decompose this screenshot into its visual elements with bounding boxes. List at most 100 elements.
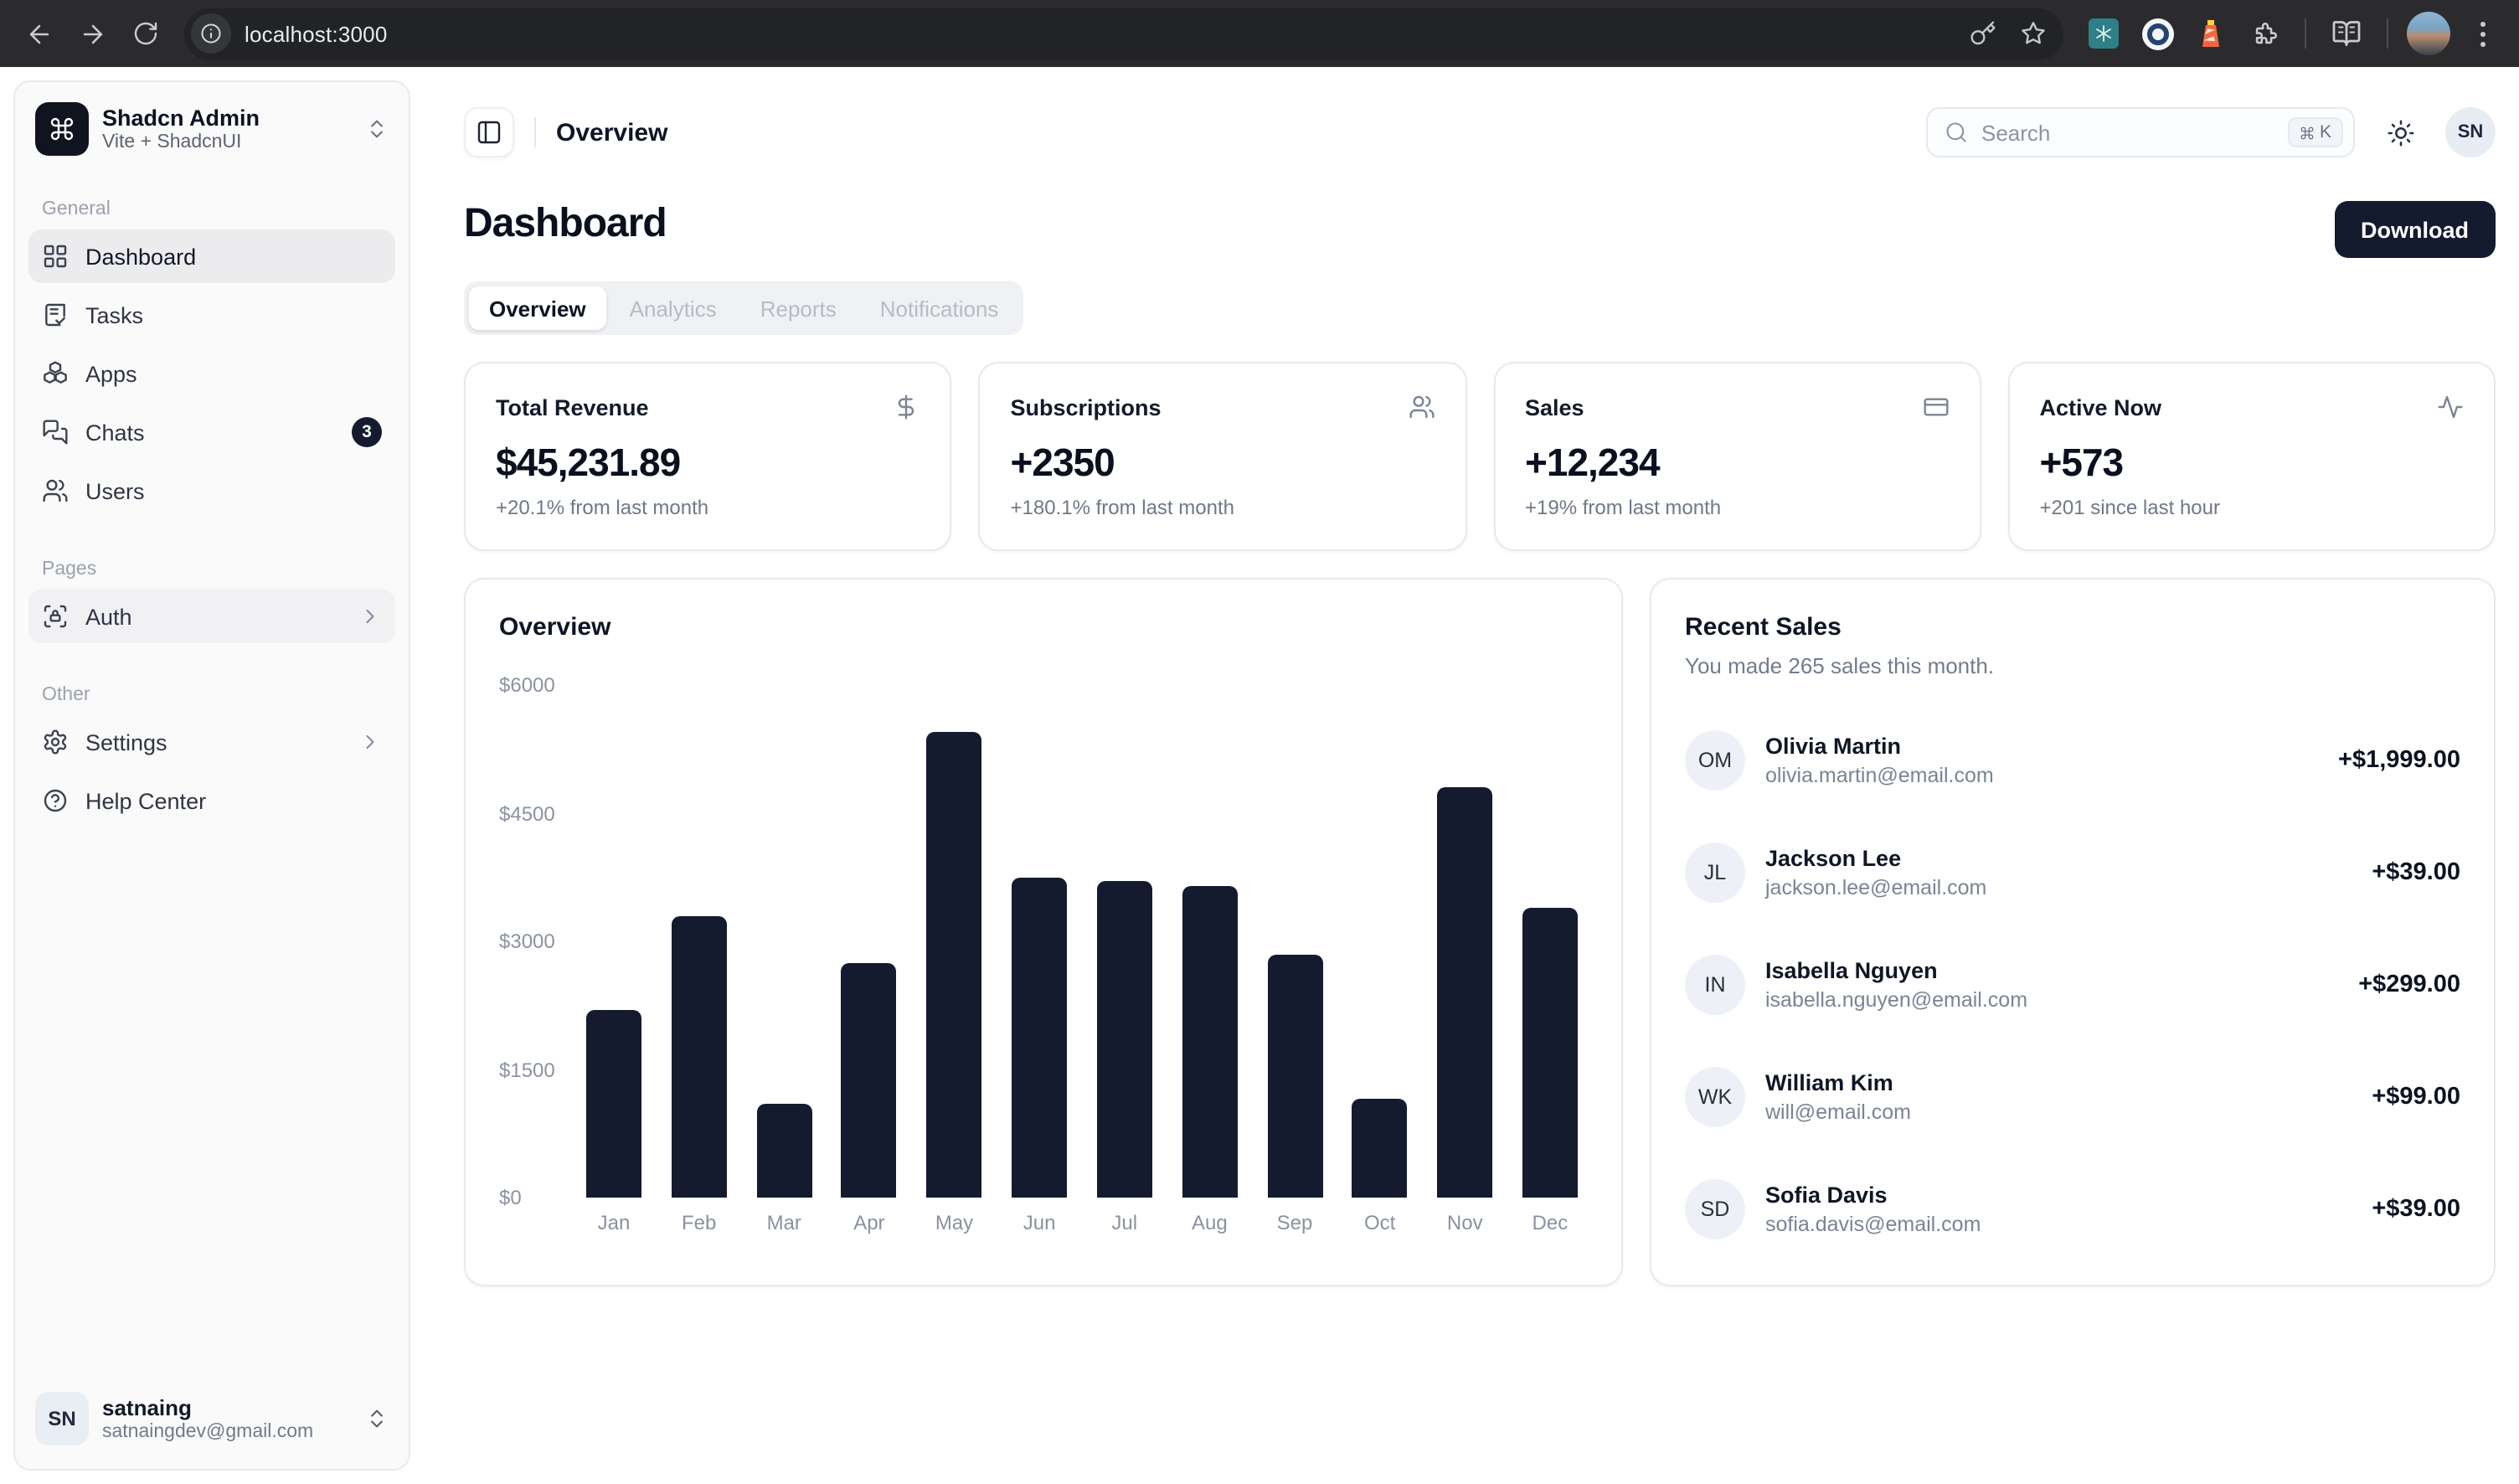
- team-name: Shadcn Admin: [102, 106, 352, 131]
- avatar: SD: [1685, 1179, 1745, 1239]
- password-key-icon[interactable]: [1970, 20, 1996, 47]
- x-tick: May: [927, 1211, 982, 1234]
- chart-bar: [672, 916, 727, 1198]
- browser-toolbar: localhost:3000: [0, 0, 2519, 67]
- stat-delta: +180.1% from last month: [1011, 496, 1435, 519]
- sun-icon: [2386, 118, 2414, 147]
- page-content: Dashboard Download Overview Analytics Re…: [424, 157, 2519, 1286]
- sidebar-item-tasks[interactable]: Tasks: [28, 288, 395, 342]
- section-label-general: General: [28, 199, 395, 219]
- browser-profile-button[interactable]: [2405, 10, 2452, 57]
- x-tick: Jul: [1097, 1211, 1152, 1234]
- sale-meta: Isabella Nguyen isabella.nguyen@email.co…: [1765, 958, 2027, 1012]
- team-switcher[interactable]: Shadcn Admin Vite + ShadcnUI: [28, 95, 395, 162]
- chevrons-up-down-icon: [365, 1407, 389, 1430]
- stat-delta: +19% from last month: [1525, 496, 1950, 519]
- stat-cards: Total Revenue $45,231.89 +20.1% from las…: [464, 362, 2496, 551]
- users-icon: [42, 477, 69, 504]
- activity-icon: [2437, 394, 2464, 420]
- search-input[interactable]: Search K: [1926, 107, 2355, 157]
- search-icon: [1945, 121, 1968, 144]
- avatar: JL: [1685, 842, 1745, 903]
- help-circle-icon: [42, 787, 69, 814]
- sidebar-item-auth[interactable]: Auth: [28, 590, 395, 643]
- sidebar-item-dashboard[interactable]: Dashboard: [28, 229, 395, 283]
- avatar: OM: [1685, 730, 1745, 791]
- stat-delta: +20.1% from last month: [496, 496, 920, 519]
- stat-title: Sales: [1525, 394, 1584, 420]
- stat-title: Subscriptions: [1011, 394, 1162, 420]
- stat-value: +573: [2040, 441, 2465, 486]
- tab-reports[interactable]: Reports: [740, 286, 857, 330]
- stat-value: $45,231.89: [496, 441, 920, 486]
- stat-title: Total Revenue: [496, 394, 649, 420]
- address-bar[interactable]: localhost:3000: [184, 8, 2063, 59]
- tab-overview[interactable]: Overview: [469, 286, 606, 330]
- search-placeholder: Search: [1981, 120, 2274, 145]
- chevron-right-icon: [358, 730, 382, 754]
- sale-row: JL Jackson Lee jackson.lee@email.com +$3…: [1685, 842, 2460, 903]
- command-icon: [49, 116, 75, 142]
- sale-meta: Jackson Lee jackson.lee@email.com: [1765, 846, 1986, 899]
- download-button[interactable]: Download: [2334, 201, 2496, 258]
- sale-email: sofia.davis@email.com: [1765, 1213, 1981, 1236]
- users-icon: [1408, 394, 1435, 420]
- chart-bar: [927, 732, 982, 1198]
- page-title: Dashboard: [464, 201, 667, 248]
- scan-lock-icon: [42, 603, 69, 630]
- chart-bar: [1522, 908, 1578, 1198]
- user-meta: satnaing satnaingdev@gmail.com: [102, 1395, 313, 1442]
- sidebar: Shadcn Admin Vite + ShadcnUI General Das…: [13, 80, 410, 1471]
- layout-grid-icon: [42, 243, 69, 270]
- chart-bar: [1267, 955, 1322, 1198]
- sidebar-toggle-button[interactable]: [464, 107, 514, 157]
- extension-teal[interactable]: [2080, 10, 2127, 57]
- extension-password-manager[interactable]: [2134, 10, 2181, 57]
- forward-button[interactable]: [67, 8, 117, 59]
- x-tick: Nov: [1437, 1211, 1492, 1234]
- x-tick: Mar: [756, 1211, 811, 1234]
- site-info-icon[interactable]: [191, 13, 231, 54]
- chart-bar: [1352, 1099, 1408, 1198]
- overview-chart-card: Overview $6000 $4500 $3000 $1500 $0: [464, 578, 1623, 1286]
- account-avatar-button[interactable]: SN: [2445, 107, 2496, 157]
- search-shortcut-kbd: K: [2288, 117, 2343, 147]
- tab-notifications[interactable]: Notifications: [860, 286, 1019, 330]
- sidebar-item-help-center[interactable]: Help Center: [28, 774, 395, 827]
- team-subtitle: Vite + ShadcnUI: [102, 132, 352, 152]
- sale-meta: William Kim will@email.com: [1765, 1070, 1911, 1124]
- x-tick: Feb: [672, 1211, 727, 1234]
- back-button[interactable]: [13, 8, 64, 59]
- theme-toggle-button[interactable]: [2375, 107, 2425, 157]
- sidebar-item-apps[interactable]: Apps: [28, 347, 395, 400]
- top-bar: Overview Search K SN: [424, 67, 2519, 157]
- team-logo: [35, 102, 89, 156]
- sidebar-item-users[interactable]: Users: [28, 464, 395, 518]
- sidebar-item-chats[interactable]: Chats 3: [28, 405, 395, 459]
- stat-value: +12,234: [1525, 441, 1950, 486]
- sidebar-item-label: Dashboard: [85, 244, 196, 269]
- x-tick: Dec: [1522, 1211, 1578, 1234]
- sidebar-user-menu[interactable]: SN satnaing satnaingdev@gmail.com: [28, 1382, 395, 1456]
- chevrons-up-down-icon: [365, 117, 389, 141]
- browser-menu-button[interactable]: [2459, 10, 2506, 57]
- sale-amount: +$299.00: [2358, 971, 2460, 998]
- avatar: IN: [1685, 955, 1745, 1015]
- arrow-left-icon: [24, 19, 53, 48]
- x-tick: Oct: [1352, 1211, 1408, 1234]
- reload-button[interactable]: [121, 8, 171, 59]
- extensions-menu[interactable]: [2241, 10, 2288, 57]
- chart-plot: [586, 685, 1578, 1198]
- chart-bar: [756, 1104, 811, 1198]
- bookmark-star-icon[interactable]: [2020, 20, 2047, 47]
- tab-analytics[interactable]: Analytics: [610, 286, 737, 330]
- breadcrumb: Overview: [556, 118, 667, 147]
- sidebar-item-settings[interactable]: Settings: [28, 715, 395, 769]
- extension-lighthouse[interactable]: [2187, 10, 2234, 57]
- chart-bar: [1097, 881, 1152, 1198]
- arrow-right-icon: [78, 19, 106, 48]
- avatar: WK: [1685, 1067, 1745, 1127]
- sale-row: SD Sofia Davis sofia.davis@email.com +$3…: [1685, 1179, 2460, 1239]
- sidebar-item-label: Auth: [85, 604, 132, 629]
- reading-list-button[interactable]: [2323, 10, 2370, 57]
